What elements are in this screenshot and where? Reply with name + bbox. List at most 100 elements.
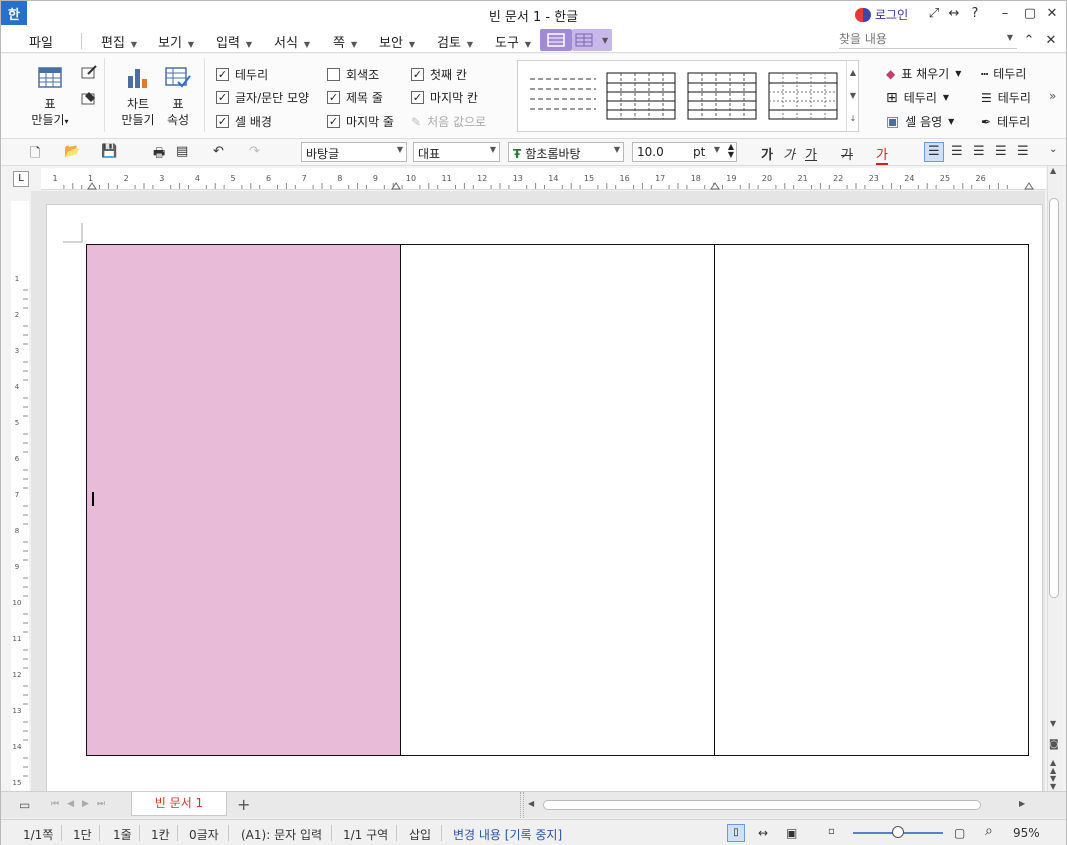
lang-select[interactable]: 대표 ▼: [413, 142, 500, 162]
zoom-search-icon[interactable]: ⌕: [985, 823, 993, 839]
page-jump-icon[interactable]: ◙: [1049, 739, 1059, 750]
menu-view[interactable]: 보기 ▼: [158, 32, 194, 51]
zoom-in-icon[interactable]: ▢: [954, 826, 965, 840]
font-size-stepper[interactable]: ▲ ▼: [728, 143, 734, 159]
border-width-button[interactable]: ☰ 테두리: [981, 89, 1031, 106]
tab-document[interactable]: 빈 문서 1: [131, 792, 227, 816]
tab-nav-icons[interactable]: ⏮◀▶⏭: [51, 799, 113, 809]
cell-paint-icon[interactable]: [80, 89, 98, 110]
expand-gallery-icon[interactable]: ↓: [847, 107, 859, 130]
fullscreen-icon[interactable]: ⤢: [926, 6, 942, 22]
menu-security[interactable]: 보안 ▼: [379, 32, 415, 51]
split-view-icon[interactable]: ↔: [946, 6, 962, 22]
font-select[interactable]: Ŧ 함초롬바탕 ▼: [508, 142, 624, 162]
font-size-select[interactable]: 10.0 pt ▼ ▲ ▼: [632, 142, 737, 162]
chk-char-para[interactable]: ✓ 글자/문단 모양: [216, 89, 309, 106]
cell-boundary-marker[interactable]: [710, 182, 720, 190]
chk-first-col[interactable]: ✓ 첫째 칸: [411, 66, 467, 83]
preview-icon[interactable]: ▤: [176, 144, 188, 159]
collapse-ribbon-icon[interactable]: ⌃: [1021, 33, 1037, 49]
tab-list-icon[interactable]: ▭: [19, 798, 30, 812]
status-page[interactable]: 1/1쪽: [23, 826, 53, 843]
view-page-icon[interactable]: ▯: [727, 824, 745, 842]
horizontal-scroll-thumb[interactable]: [543, 800, 981, 810]
table-cell-c1[interactable]: [714, 244, 1029, 756]
chevron-down-icon[interactable]: ▼: [1007, 33, 1013, 42]
table-cell-a1[interactable]: [86, 244, 401, 756]
table-layout-tab[interactable]: ▼: [572, 29, 612, 51]
menu-review[interactable]: 검토 ▼: [437, 32, 473, 51]
table-design-tab[interactable]: [540, 29, 572, 51]
close-doc-icon[interactable]: ✕: [1043, 33, 1059, 49]
menu-tools[interactable]: 도구 ▼: [495, 32, 531, 51]
scroll-right-icon[interactable]: ▶: [1019, 799, 1025, 808]
chevron-down-icon[interactable]: ▼: [847, 84, 859, 107]
bold-button[interactable]: 가: [761, 144, 773, 163]
minimize-icon[interactable]: –: [997, 6, 1013, 22]
table-props-label[interactable]: 표 속성: [161, 96, 195, 128]
view-width-icon[interactable]: ↔: [758, 826, 768, 840]
style-select[interactable]: 바탕글 ▼: [301, 142, 407, 162]
vertical-ruler[interactable]: 12345678910111213141516: [11, 201, 29, 840]
table-create-button[interactable]: [37, 66, 63, 93]
scroll-up-icon[interactable]: ▲: [1050, 166, 1056, 175]
border-button[interactable]: ⊞ 테두리 ▼: [886, 89, 949, 106]
status-track-changes[interactable]: 변경 내용 [기록 중지]: [453, 826, 562, 843]
vertical-scroll-thumb[interactable]: [1049, 198, 1059, 598]
toolbar-overflow-icon[interactable]: ⌄: [1049, 144, 1057, 155]
new-doc-icon[interactable]: 🗋: [30, 144, 40, 166]
italic-button[interactable]: 가: [783, 144, 795, 163]
style-thumb-grid2[interactable]: [687, 71, 757, 121]
cell-boundary-marker[interactable]: [1024, 182, 1034, 190]
chk-cell-bg[interactable]: ✓ 셀 배경: [216, 113, 272, 130]
print-icon[interactable]: 🖶: [153, 144, 165, 166]
cell-shade-button[interactable]: ▣ 셀 음영 ▼: [886, 113, 954, 130]
menu-edit[interactable]: 편집 ▼: [101, 32, 137, 51]
gallery-scroll[interactable]: ▲ ▼ ↓: [846, 61, 859, 131]
style-thumb-grid3[interactable]: [768, 71, 838, 121]
scroll-down-icon[interactable]: ▼: [1050, 719, 1056, 728]
chevron-up-icon[interactable]: ▲: [847, 61, 859, 84]
table-create-label[interactable]: 표 만들기▾: [29, 96, 71, 130]
split-handle[interactable]: [520, 792, 524, 818]
document-table[interactable]: [86, 244, 1029, 756]
menu-format[interactable]: 서식 ▼: [274, 32, 310, 51]
table-fill-button[interactable]: ◆ 표 채우기 ▼: [886, 65, 961, 82]
open-folder-icon[interactable]: 📂: [64, 144, 80, 159]
chart-create-button[interactable]: [125, 66, 151, 93]
eraser-icon[interactable]: [80, 64, 98, 85]
menu-page[interactable]: 쪽 ▼: [333, 32, 357, 51]
style-thumb-grid1[interactable]: [606, 71, 676, 121]
chk-grayscale[interactable]: 회색조: [327, 66, 379, 83]
chk-border[interactable]: ✓ 테두리: [216, 66, 268, 83]
strike-button[interactable]: 가: [841, 144, 853, 163]
page-up-icon[interactable]: ▲ ▲: [1050, 759, 1056, 775]
align-right-icon[interactable]: ☰: [995, 144, 1007, 159]
horizontal-ruler[interactable]: 1 1 2 3 4 5 6 7 8 9 10 11 12 13 14 15 16 17 18 19 20 21 22 23 24…: [41, 168, 1046, 190]
chk-header-row[interactable]: ✓ 제목 줄: [327, 89, 383, 106]
save-icon[interactable]: 💾: [101, 144, 117, 159]
help-icon[interactable]: ?: [967, 6, 983, 22]
font-color-button[interactable]: 가: [876, 144, 888, 165]
scroll-left-icon[interactable]: ◀: [528, 799, 534, 808]
table-props-button[interactable]: [164, 66, 192, 93]
underline-button[interactable]: 가: [805, 144, 817, 163]
undo-icon[interactable]: ↶: [213, 144, 224, 159]
table-cell-b1[interactable]: [400, 244, 715, 756]
login-button[interactable]: 로그인: [855, 6, 908, 23]
ruler-toggle-icon[interactable]: L: [13, 171, 29, 187]
ribbon-overflow-icon[interactable]: »: [1049, 89, 1056, 103]
close-icon[interactable]: ✕: [1044, 6, 1060, 22]
border-style-button[interactable]: ┅ 테두리: [981, 65, 1026, 82]
find-input[interactable]: [839, 32, 999, 46]
reset-button[interactable]: ✎ 처음 값으로: [411, 113, 486, 130]
style-thumb-dashed[interactable]: [528, 71, 598, 121]
page-down-icon[interactable]: ▼ ▼: [1050, 775, 1056, 791]
table-style-gallery[interactable]: ▲ ▼ ↓: [517, 60, 859, 132]
view-full-icon[interactable]: ▣: [786, 826, 797, 840]
chart-create-label[interactable]: 차트 만들기: [115, 96, 161, 128]
indent-marker[interactable]: [87, 182, 97, 190]
redo-icon[interactable]: ↷: [249, 144, 260, 159]
menu-file[interactable]: 파일: [29, 32, 53, 51]
align-center-icon[interactable]: ☰: [973, 144, 985, 159]
